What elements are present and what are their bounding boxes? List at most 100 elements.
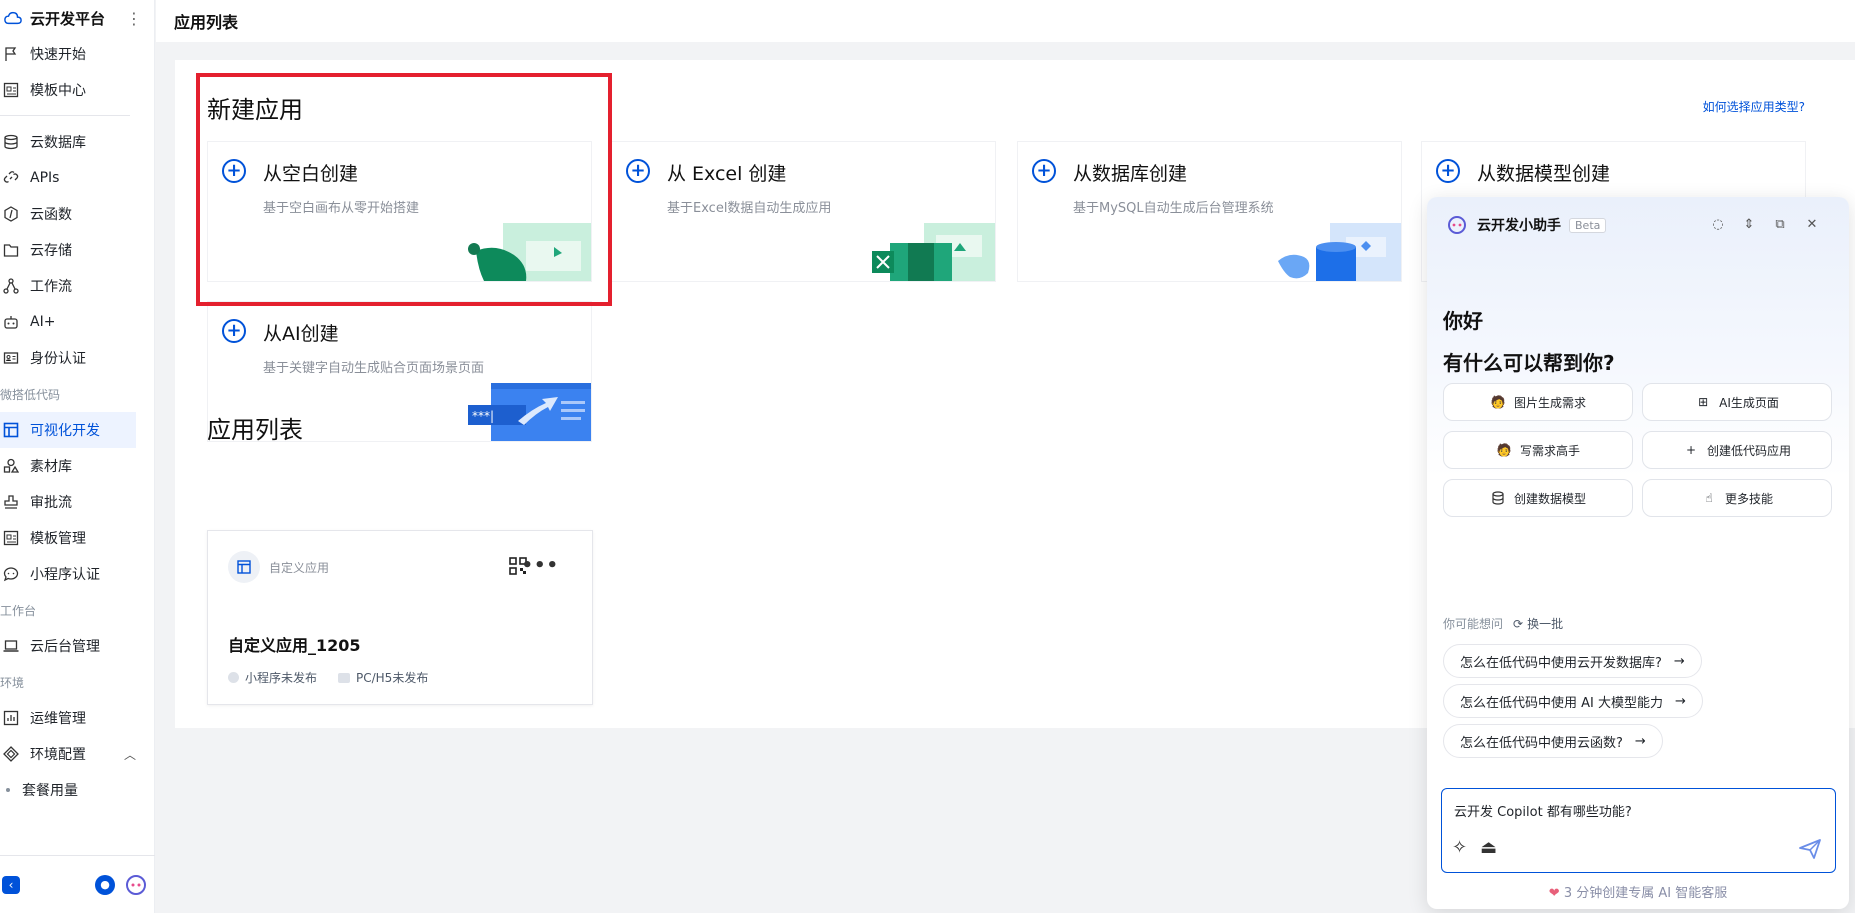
- sidebar: 云开发平台 ⋮ 快速开始 模板中心 云数据库 APIs 云函数 云存储 工作流 …: [0, 0, 155, 913]
- chip-requirement-writer[interactable]: 🧑 写需求高手: [1443, 431, 1633, 469]
- sidebar-item-label: 云函数: [30, 207, 72, 223]
- greeting-question: 有什么可以帮到你?: [1443, 351, 1615, 375]
- sidebar-item-auth[interactable]: 身份认证: [0, 340, 136, 376]
- topbar: 应用列表: [156, 0, 1855, 42]
- promo-link[interactable]: ❤ 3 分钟创建专属 AI 智能客服: [1427, 882, 1849, 901]
- sidebar-item-env-config[interactable]: 环境配置 ︿: [0, 736, 136, 772]
- suggestion-item[interactable]: 怎么在低代码中使用云函数? →: [1443, 724, 1663, 758]
- suggestion-item[interactable]: 怎么在低代码中使用云开发数据库? →: [1443, 644, 1702, 678]
- plus-circle-icon: +: [1032, 159, 1056, 183]
- sidebar-item-quickstart[interactable]: 快速开始: [0, 36, 136, 72]
- user-avatar-icon[interactable]: ●: [95, 874, 115, 895]
- open-external-icon[interactable]: ⧉: [1772, 216, 1788, 232]
- create-database-card[interactable]: + 从数据库创建 基于MySQL自动生成后台管理系统: [1017, 141, 1402, 282]
- chip-create-datamodel[interactable]: 创建数据模型: [1443, 479, 1633, 517]
- sidebar-item-label: 工作流: [30, 279, 72, 295]
- suggestion-item[interactable]: 怎么在低代码中使用 AI 大模型能力 →: [1443, 684, 1703, 718]
- database-icon: [2, 133, 20, 151]
- brush-icon[interactable]: ⏏: [1480, 837, 1497, 858]
- storage-icon: [2, 241, 20, 259]
- database-icon: [1490, 490, 1506, 506]
- app-card[interactable]: 自定义应用 ••• 自定义应用_1205 小程序未发布 PC/H5未发布: [207, 530, 593, 705]
- sidebar-item-workflow[interactable]: 工作流: [0, 268, 136, 304]
- heart-icon: ❤: [1548, 886, 1560, 901]
- sparkle-icon[interactable]: ✧: [1452, 837, 1467, 858]
- sidebar-item-miniprogram-auth[interactable]: 小程序认证: [0, 556, 136, 592]
- sidebar-item-ai[interactable]: AI+: [0, 304, 136, 340]
- chevron-up-icon[interactable]: ︿: [124, 746, 136, 763]
- assistant-bot-icon[interactable]: [125, 874, 147, 896]
- refresh-button[interactable]: ⟳ 换一批: [1513, 615, 1563, 632]
- chart-icon: [2, 709, 20, 727]
- promo-text: 3 分钟创建专属 AI 智能客服: [1563, 886, 1728, 901]
- sidebar-item-template-manage[interactable]: 模板管理: [0, 520, 136, 556]
- arrow-right-icon: →: [1673, 653, 1685, 669]
- group-label-workbench: 工作台: [0, 603, 37, 618]
- plus-circle-icon: +: [1436, 159, 1460, 183]
- app-type: 自定义应用: [269, 561, 330, 575]
- status-miniprogram: 小程序未发布: [228, 669, 317, 686]
- chip-more-skills[interactable]: ☝ 更多技能: [1642, 479, 1832, 517]
- group-label-lowcode: 微搭低代码: [0, 387, 61, 402]
- collapse-sidebar-button[interactable]: ‹: [2, 875, 20, 894]
- stamp-icon: [2, 493, 20, 511]
- maybe-label: 你可能想问: [1443, 617, 1504, 631]
- flag-icon: [2, 45, 20, 63]
- sidebar-item-visual-dev[interactable]: 可视化开发: [0, 412, 136, 448]
- arrow-right-icon: →: [1634, 733, 1646, 749]
- history-icon[interactable]: ◌: [1710, 216, 1726, 232]
- bullet-dot: [6, 788, 10, 792]
- more-icon[interactable]: ⋮: [126, 9, 142, 28]
- pointer-icon: ☝: [1705, 491, 1713, 505]
- app-layout-icon: [228, 551, 260, 583]
- cloud-logo-icon: [4, 11, 22, 25]
- chat-input[interactable]: 云开发 Copilot 都有哪些功能? ✧ ⏏: [1441, 788, 1836, 873]
- sidebar-item-label: 云数据库: [30, 135, 86, 151]
- ai-illustration-icon: ***|: [468, 383, 591, 441]
- create-excel-card[interactable]: + 从 Excel 创建 基于Excel数据自动生成应用: [611, 141, 996, 282]
- sidebar-item-label: 模板管理: [30, 531, 86, 547]
- brand[interactable]: 云开发平台 ⋮: [0, 0, 154, 36]
- page-title: 应用列表: [174, 13, 239, 32]
- create-blank-card[interactable]: + 从空白创建 基于空白画布从零开始搭建: [207, 141, 592, 282]
- sidebar-item-assets[interactable]: 素材库: [0, 448, 136, 484]
- help-link[interactable]: 如何选择应用类型?: [1703, 98, 1805, 115]
- card-title: 从空白创建: [263, 163, 359, 185]
- shapes-icon: [2, 457, 20, 475]
- workflow-icon: [2, 277, 20, 295]
- close-icon[interactable]: ✕: [1804, 216, 1820, 232]
- sidebar-item-label: 云后台管理: [30, 639, 100, 655]
- brand-name: 云开发平台: [30, 9, 106, 28]
- chip-image-requirements[interactable]: 🧑 图片生成需求: [1443, 383, 1633, 421]
- sidebar-item-storage[interactable]: 云存储: [0, 232, 136, 268]
- chip-label: AI生成页面: [1719, 395, 1779, 410]
- avatar-icon: 🧑: [1496, 443, 1512, 457]
- database-illustration-icon: [1278, 223, 1401, 281]
- laptop-icon: [2, 637, 20, 655]
- assistant-panel: 云开发小助手 Beta ◌ ⇕ ⧉ ✕ 你好 有什么可以帮到你? 🧑 图片生成需求…: [1427, 197, 1849, 909]
- sidebar-item-cloud-admin[interactable]: 云后台管理: [0, 628, 136, 664]
- sidebar-item-label: 身份认证: [30, 351, 86, 367]
- app-name[interactable]: 自定义应用_1205: [228, 632, 361, 656]
- expand-icon[interactable]: ⇕: [1741, 216, 1757, 232]
- send-icon[interactable]: [1799, 839, 1821, 859]
- sidebar-item-approval[interactable]: 审批流: [0, 484, 136, 520]
- refresh-label: 换一批: [1527, 617, 1564, 631]
- chip-ai-page[interactable]: ⊞ AI生成页面: [1642, 383, 1832, 421]
- chip-create-lowcode[interactable]: + 创建低代码应用: [1642, 431, 1832, 469]
- sidebar-item-template-center[interactable]: 模板中心: [0, 72, 136, 108]
- suggestion-text: 怎么在低代码中使用云开发数据库?: [1460, 655, 1662, 671]
- miniprogram-icon: [228, 672, 239, 683]
- sidebar-item-label: 素材库: [30, 459, 72, 475]
- sidebar-item-ops[interactable]: 运维管理: [0, 700, 136, 736]
- chat-input-text[interactable]: 云开发 Copilot 都有哪些功能?: [1454, 801, 1632, 820]
- more-options-icon[interactable]: •••: [521, 555, 559, 576]
- sidebar-item-label: 可视化开发: [30, 423, 100, 439]
- sidebar-item-database[interactable]: 云数据库: [0, 124, 136, 160]
- sidebar-item-functions[interactable]: 云函数: [0, 196, 136, 232]
- sidebar-subitem-plan-usage[interactable]: 套餐用量: [0, 772, 154, 808]
- sidebar-item-label: 运维管理: [30, 711, 86, 727]
- excel-illustration-icon: [872, 223, 995, 281]
- sidebar-item-apis[interactable]: APIs: [0, 160, 136, 196]
- avatar-icon: 🧑: [1490, 395, 1506, 409]
